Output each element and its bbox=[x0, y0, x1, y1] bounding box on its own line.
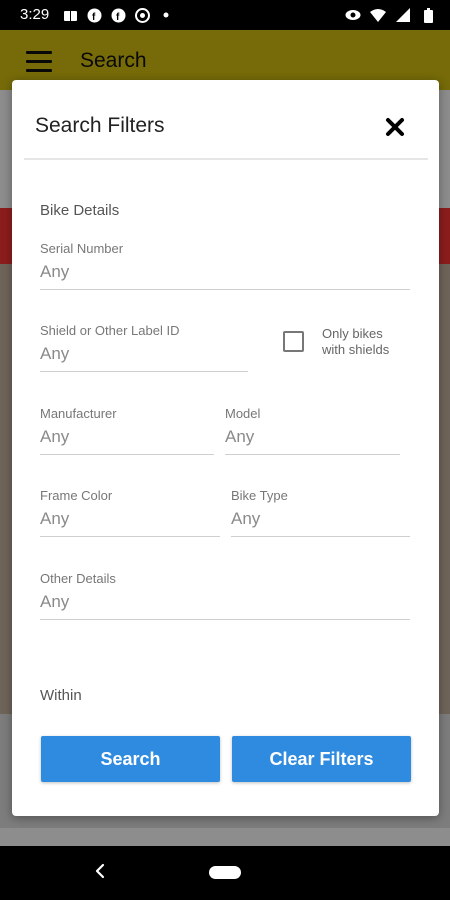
search-filters-dialog: Search Filters Bike Details Serial Numbe… bbox=[12, 80, 439, 816]
clear-filters-button[interactable]: Clear Filters bbox=[232, 736, 411, 782]
facebook-icon: f bbox=[110, 7, 126, 23]
status-time: 3:29 bbox=[20, 6, 50, 23]
hamburger-menu-icon[interactable] bbox=[26, 51, 52, 72]
manufacturer-input[interactable] bbox=[40, 423, 214, 451]
signal-icon bbox=[395, 7, 411, 23]
other-details-input[interactable] bbox=[40, 588, 410, 616]
facebook-icon: f bbox=[86, 7, 102, 23]
dot-icon bbox=[158, 7, 174, 23]
frame-color-underline bbox=[40, 536, 220, 537]
settings-icon bbox=[134, 7, 150, 23]
close-icon bbox=[386, 118, 404, 136]
title-divider bbox=[24, 158, 428, 160]
shield-id-label: Shield or Other Label ID bbox=[40, 323, 180, 338]
status-bar: 3:29 f f bbox=[0, 0, 450, 30]
other-details-label: Other Details bbox=[40, 571, 116, 586]
shield-id-underline bbox=[40, 371, 248, 372]
dialog-title: Search Filters bbox=[35, 114, 165, 137]
manufacturer-underline bbox=[40, 454, 214, 455]
bike-type-label: Bike Type bbox=[231, 488, 288, 503]
section-bike-details: Bike Details bbox=[40, 202, 120, 219]
app-title: Search bbox=[80, 49, 147, 72]
only-shields-label-line1: Only bikes bbox=[322, 326, 383, 341]
shield-id-input[interactable] bbox=[40, 340, 248, 368]
wifi-icon bbox=[370, 7, 386, 23]
section-within: Within bbox=[40, 687, 82, 704]
eye-icon bbox=[345, 7, 361, 23]
serial-number-underline bbox=[40, 289, 410, 290]
book-icon bbox=[62, 7, 78, 23]
model-label: Model bbox=[225, 406, 261, 421]
close-button[interactable] bbox=[380, 112, 410, 142]
search-button[interactable]: Search bbox=[41, 736, 220, 782]
frame-color-label: Frame Color bbox=[40, 488, 113, 503]
only-shields-checkbox[interactable] bbox=[283, 331, 304, 352]
only-shields-label-line2: with shields bbox=[322, 342, 390, 357]
only-shields-label: Only bikes with shields bbox=[322, 326, 412, 358]
serial-number-label: Serial Number bbox=[40, 241, 124, 256]
model-input[interactable] bbox=[225, 423, 400, 451]
model-underline bbox=[225, 454, 400, 455]
frame-color-input[interactable] bbox=[40, 505, 220, 533]
back-icon[interactable] bbox=[92, 862, 108, 880]
home-pill-icon[interactable] bbox=[209, 866, 241, 879]
bike-type-underline bbox=[231, 536, 410, 537]
other-details-underline bbox=[40, 619, 410, 620]
battery-icon bbox=[420, 7, 436, 23]
serial-number-input[interactable] bbox=[40, 258, 410, 286]
manufacturer-label: Manufacturer bbox=[40, 406, 117, 421]
bike-type-input[interactable] bbox=[231, 505, 410, 533]
navigation-bar bbox=[0, 846, 450, 900]
